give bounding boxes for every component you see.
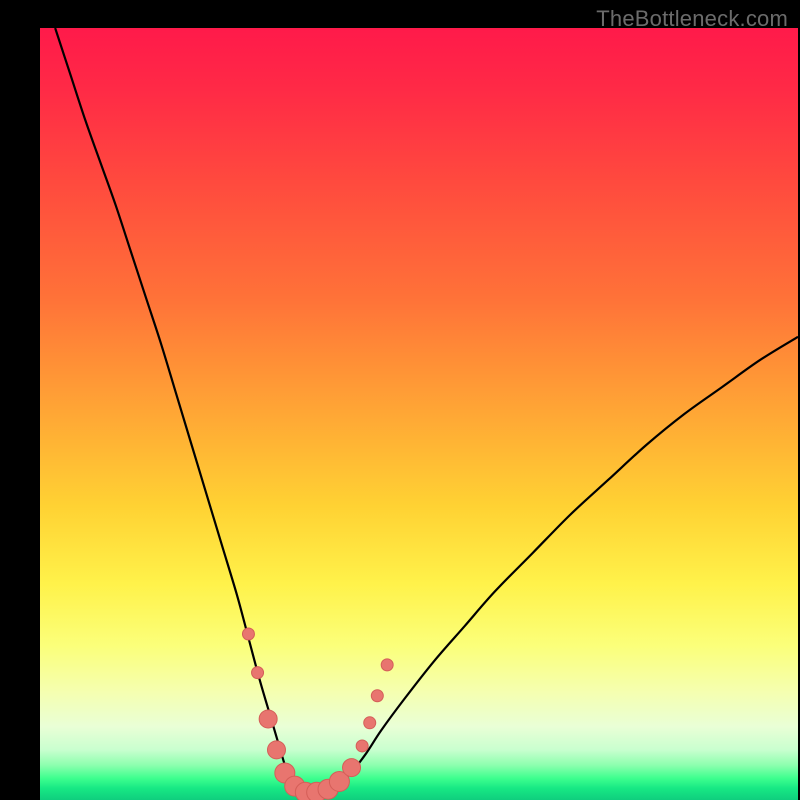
plot-area [40,28,798,800]
data-marker [267,741,285,759]
data-marker [259,710,277,728]
data-marker [381,659,393,671]
data-marker [242,628,254,640]
data-marker [371,690,383,702]
data-marker [364,717,376,729]
bottleneck-chart [40,28,798,800]
chart-frame: TheBottleneck.com [0,0,800,800]
data-marker [252,667,264,679]
data-marker [343,759,361,777]
data-marker [356,740,368,752]
